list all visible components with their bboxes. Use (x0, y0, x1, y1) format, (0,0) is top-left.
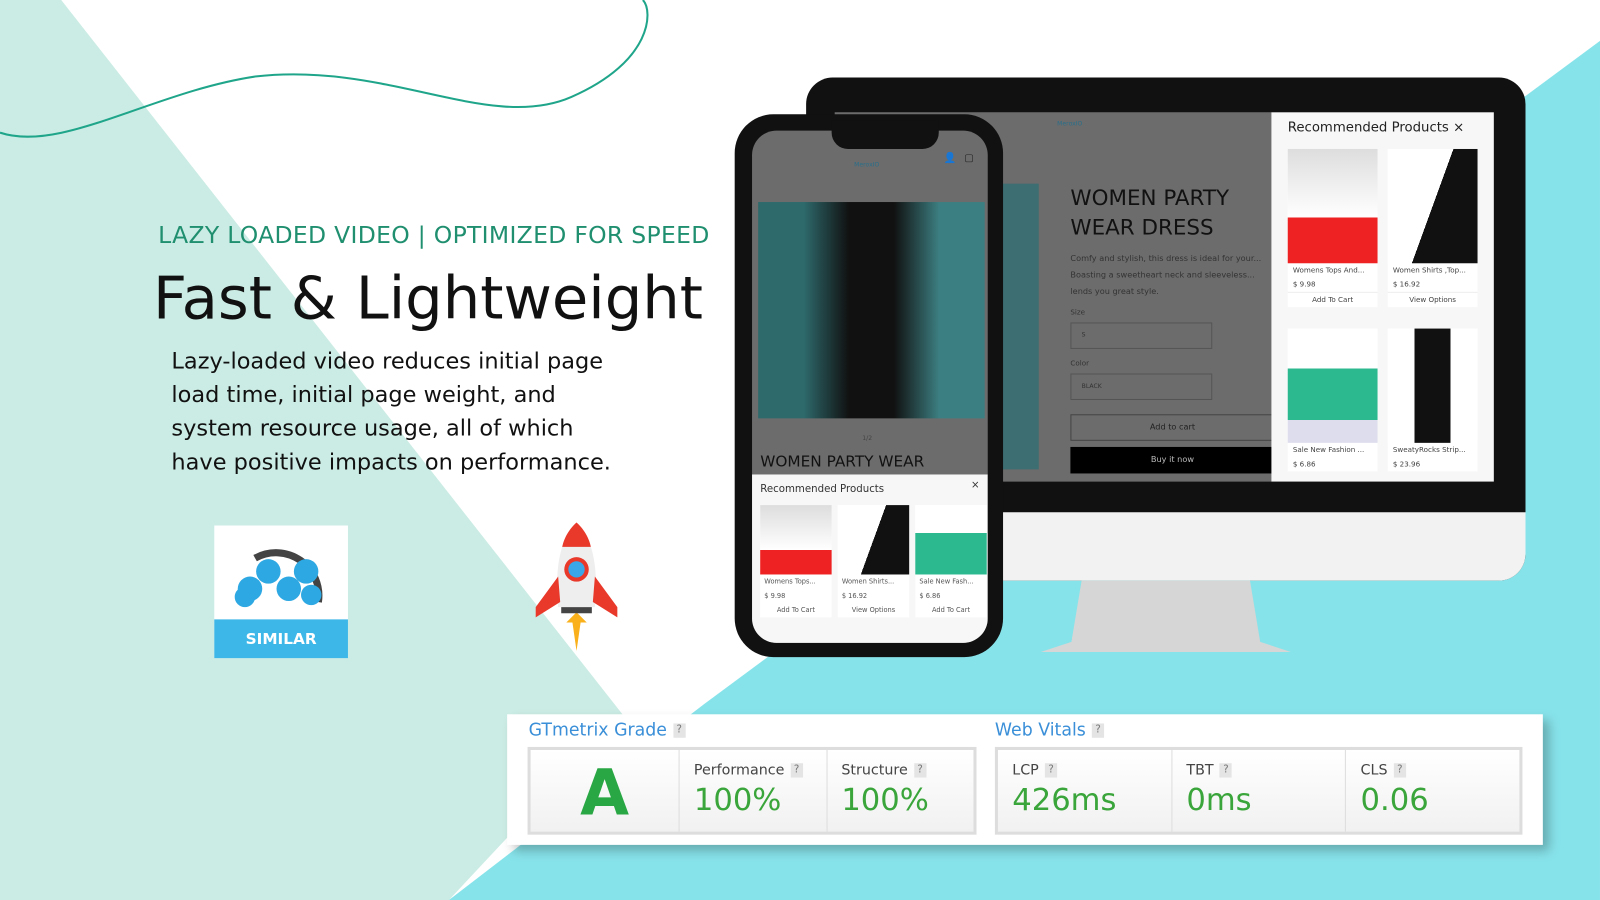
view-options-button[interactable]: View Options (838, 603, 909, 617)
close-icon[interactable]: × (1453, 120, 1464, 135)
product-card[interactable]: SweatyRocks Strip... $ 23.96 (1387, 328, 1478, 472)
performance-metric: Performance? 100% (680, 749, 828, 832)
product-card[interactable]: Women Shirts... $ 16.92 View Options (837, 505, 910, 618)
recommended-panel: Recommended Products × Womens Tops And..… (1271, 112, 1494, 482)
mobile-brand: MeroxIO (854, 161, 880, 169)
structure-metric: Structure? 100% (841, 762, 929, 819)
recommended-title: Recommended Products (1287, 120, 1449, 136)
mobile-screen: MeroxIO 👤 ▢ 1/2 WOMEN PARTY WEAR Recomme… (752, 130, 988, 643)
product-card[interactable]: Women Shirts ,Top... $ 16.92 View Options (1387, 148, 1478, 308)
subtitle: LAZY LOADED VIDEO | OPTIMIZED FOR SPEED (158, 222, 710, 249)
help-icon[interactable]: ? (673, 723, 686, 738)
product-title: WOMEN PARTY WEAR DRESS (1070, 185, 1230, 240)
help-icon[interactable]: ? (913, 763, 927, 778)
recommended-title: Recommended Products (760, 483, 885, 495)
close-icon[interactable]: × (971, 480, 980, 491)
monitor-stand (1040, 580, 1291, 653)
add-to-cart-button[interactable]: Add to cart (1070, 414, 1275, 441)
image-pager[interactable]: 1/2 (862, 435, 872, 442)
product-card[interactable]: Sale New Fash... $ 6.86 Add To Cart (915, 505, 987, 618)
help-icon[interactable]: ? (790, 763, 803, 778)
color-select[interactable]: BLACK (1070, 373, 1213, 400)
recommended-panel: Recommended Products × Womens Tops... $ 9… (752, 474, 988, 643)
account-icon[interactable]: 👤 (944, 153, 957, 164)
buy-now-button[interactable]: Buy it now (1070, 446, 1275, 474)
merox-logo-icon (234, 549, 323, 608)
similar-badge: SIMILAR (214, 619, 348, 659)
size-label: Size (1070, 308, 1086, 317)
add-to-cart-button[interactable]: Add To Cart (760, 603, 831, 617)
headline-title: Fast & Lightweight (153, 263, 703, 333)
help-icon[interactable]: ? (1219, 763, 1233, 778)
color-label: Color (1070, 359, 1090, 368)
view-options-button[interactable]: View Options (1387, 291, 1478, 307)
phone-notch (831, 120, 939, 149)
add-to-cart-button[interactable]: Add To Cart (1287, 291, 1378, 307)
rocket-icon (535, 522, 618, 652)
grade-letter: A (531, 749, 680, 832)
description: Lazy-loaded video reduces initial page l… (171, 348, 611, 476)
product-image (758, 202, 985, 419)
desktop-brand: MeroxIO (1057, 120, 1083, 128)
gtmetrix-panel: GTmetrix Grade? Web Vitals? A Performanc… (507, 714, 1543, 845)
tbt-metric: TBT? 0ms (1172, 749, 1347, 832)
app-logo: SIMILAR (214, 525, 348, 659)
product-card[interactable]: Womens Tops And... $ 9.98 Add To Cart (1287, 148, 1378, 308)
size-select[interactable]: S (1070, 322, 1213, 349)
product-card[interactable]: Sale New Fashion ... $ 6.86 (1287, 328, 1378, 472)
cart-icon[interactable]: ▢ (964, 153, 974, 164)
gtmetrix-grade-heading: GTmetrix Grade? (529, 720, 686, 741)
product-description: Comfy and stylish, this dress is ideal f… (1070, 254, 1262, 296)
help-icon[interactable]: ? (1393, 763, 1406, 778)
add-to-cart-button[interactable]: Add To Cart (915, 603, 986, 617)
web-vitals-heading: Web Vitals? (995, 720, 1105, 741)
lcp-metric: LCP? 426ms (998, 749, 1173, 832)
product-title: WOMEN PARTY WEAR (760, 452, 925, 471)
product-card[interactable]: Womens Tops... $ 9.98 Add To Cart (760, 505, 832, 618)
cls-metric: CLS? 0.06 (1360, 762, 1429, 819)
help-icon[interactable]: ? (1044, 763, 1058, 778)
help-icon[interactable]: ? (1091, 723, 1105, 738)
